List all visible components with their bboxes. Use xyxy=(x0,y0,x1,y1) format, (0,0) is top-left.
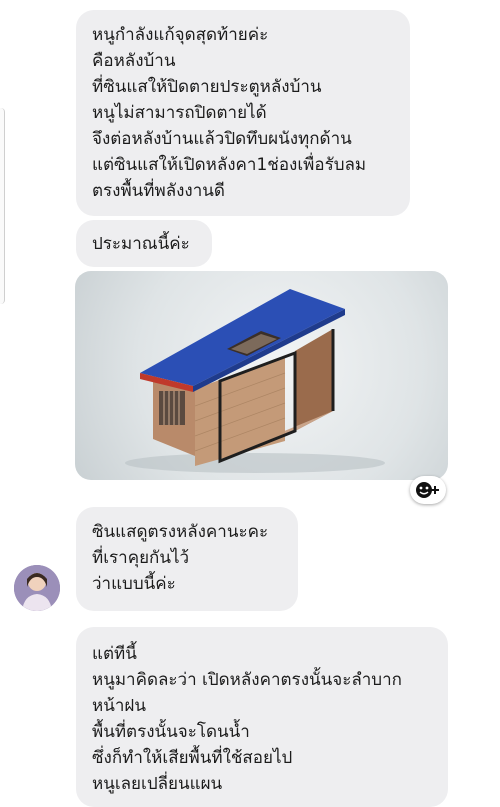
add-reaction-button[interactable] xyxy=(410,476,446,504)
message-bubble[interactable]: ประมาณนี้ค่ะ xyxy=(76,220,212,267)
message-bubble[interactable]: แต่ทีนี้ หนูมาคิดละว่า เปิดหลังคาตรงนั้น… xyxy=(76,627,448,807)
house-render-image[interactable] xyxy=(75,271,448,480)
message-bubble[interactable]: หนูกำลังแก้จุดสุดท้ายค่ะ คือหลังบ้าน ที่… xyxy=(76,10,410,216)
house-render-illustration xyxy=(125,289,385,473)
smiley-plus-icon xyxy=(416,482,439,498)
edge-panel-handle[interactable] xyxy=(0,108,5,304)
user-avatar[interactable] xyxy=(14,565,60,611)
message-bubble[interactable]: ซินแสดูตรงหลังคานะคะ ที่เราคุยกันไว้ ว่า… xyxy=(76,507,298,611)
user-avatar-picture xyxy=(14,565,60,611)
